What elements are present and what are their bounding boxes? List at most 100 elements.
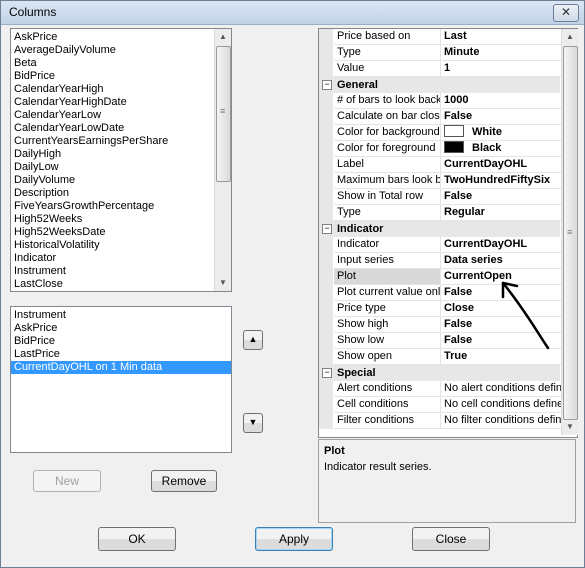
scroll-down-icon[interactable]: ▼ [215, 275, 231, 291]
available-fields-list[interactable]: AskPrice AverageDailyVolume Beta BidPrice Ca… [10, 28, 232, 292]
property-row[interactable]: Show in Total row False [319, 189, 563, 205]
color-swatch [444, 141, 464, 153]
property-row[interactable]: Calculate on bar close False [319, 109, 563, 125]
property-row[interactable]: # of bars to look back 1000 [319, 93, 563, 109]
available-field-item[interactable]: CalendarYearHigh [11, 83, 214, 96]
close-button[interactable]: Close [412, 527, 490, 551]
property-value[interactable]: CurrentDayOHL [441, 237, 563, 253]
property-value[interactable]: White [441, 125, 563, 141]
available-field-item[interactable]: DailyLow [11, 161, 214, 174]
property-name: Color for foreground [334, 141, 441, 157]
new-button[interactable]: New [33, 470, 101, 492]
available-field-item[interactable]: AskPrice [11, 31, 214, 44]
property-value[interactable]: No filter conditions defined [441, 413, 563, 429]
property-value[interactable]: CurrentDayOHL [441, 157, 563, 173]
property-row[interactable]: Type Regular [319, 205, 563, 221]
available-field-item[interactable]: Beta [11, 57, 214, 70]
color-name: White [472, 126, 502, 138]
scroll-thumb[interactable]: ≡ [216, 46, 231, 182]
property-row[interactable]: Alert conditions No alert conditions defi… [319, 381, 563, 397]
property-row[interactable]: Type Minute [319, 45, 563, 61]
property-row[interactable]: Label CurrentDayOHL [319, 157, 563, 173]
selected-columns-list[interactable]: Instrument AskPrice BidPrice LastPrice Curre… [10, 306, 232, 453]
selected-column-item[interactable]: AskPrice [11, 322, 231, 335]
property-name: Plot current value only [334, 285, 441, 301]
property-value[interactable]: No cell conditions defined [441, 397, 563, 413]
property-row[interactable]: Filter conditions No filter conditions de… [319, 413, 563, 429]
property-grid[interactable]: Price based on Last Type Minute Value 1− Gener… [318, 28, 578, 438]
collapse-icon[interactable]: − [322, 224, 332, 234]
ok-button[interactable]: OK [98, 527, 176, 551]
move-down-button[interactable]: ▼ [243, 413, 263, 433]
available-field-item[interactable]: AverageDailyVolume [11, 44, 214, 57]
selected-column-item[interactable]: Instrument [11, 309, 231, 322]
available-field-item[interactable]: CalendarYearHighDate [11, 96, 214, 109]
available-fields-scrollbar[interactable]: ▲ ≡ ▼ [214, 29, 231, 291]
available-field-item[interactable]: DailyVolume [11, 174, 214, 187]
property-value[interactable]: Black [441, 141, 563, 157]
available-field-item[interactable]: CurrentYearsEarningsPerShare [11, 135, 214, 148]
row-margin [319, 317, 333, 333]
property-value[interactable]: Last [441, 29, 563, 45]
scroll-down-icon[interactable]: ▼ [562, 419, 578, 435]
property-row[interactable]: Maximum bars look backTwoHundredFiftySix [319, 173, 563, 189]
property-name: Filter conditions [334, 413, 441, 429]
available-fields-items: AskPrice AverageDailyVolume Beta BidPrice Ca… [11, 31, 214, 291]
available-field-item[interactable]: CalendarYearLowDate [11, 122, 214, 135]
property-value[interactable]: TwoHundredFiftySix [441, 173, 563, 189]
property-name: Calculate on bar close [334, 109, 441, 125]
property-value[interactable]: 1 [441, 61, 563, 77]
property-value[interactable]: Regular [441, 205, 563, 221]
available-field-item[interactable]: High52WeeksDate [11, 226, 214, 239]
color-swatch [444, 125, 464, 137]
available-field-item[interactable]: Indicator [11, 252, 214, 265]
category-special[interactable]: − Special [319, 365, 560, 381]
property-row[interactable]: Indicator CurrentDayOHL [319, 237, 563, 253]
category-label: General [337, 79, 378, 91]
property-value[interactable]: False [441, 189, 563, 205]
available-field-item[interactable]: FiveYearsGrowthPercentage [11, 200, 214, 213]
property-value[interactable]: False [441, 109, 563, 125]
selected-column-item[interactable]: BidPrice [11, 335, 231, 348]
property-grid-scrollbar[interactable]: ▲ ≡ ▼ [561, 29, 578, 435]
property-value[interactable]: Data series [441, 253, 563, 269]
remove-button[interactable]: Remove [151, 470, 217, 492]
category-indicator[interactable]: − Indicator [319, 221, 560, 237]
property-row[interactable]: Cell conditions No cell conditions define… [319, 397, 563, 413]
row-margin [319, 157, 333, 173]
row-margin [319, 141, 333, 157]
scroll-thumb[interactable]: ≡ [563, 46, 578, 420]
property-row[interactable]: Color for background White [319, 125, 563, 141]
available-field-item[interactable]: HistoricalVolatility [11, 239, 214, 252]
scroll-up-icon[interactable]: ▲ [215, 29, 231, 45]
selected-column-item[interactable]: CurrentDayOHL on 1 Min data [11, 361, 231, 374]
collapse-icon[interactable]: − [322, 368, 332, 378]
property-row[interactable]: Color for foreground Black [319, 141, 563, 157]
available-field-item[interactable]: BidPrice [11, 70, 214, 83]
property-row[interactable]: Value 1 [319, 61, 563, 77]
property-name: Plot [334, 269, 441, 285]
available-field-item[interactable]: Instrument [11, 265, 214, 278]
property-value[interactable]: Minute [441, 45, 563, 61]
selected-column-item[interactable]: LastPrice [11, 348, 231, 361]
available-field-item[interactable]: DailyHigh [11, 148, 214, 161]
row-margin [319, 285, 333, 301]
available-field-item[interactable]: CalendarYearLow [11, 109, 214, 122]
available-field-item[interactable]: Description [11, 187, 214, 200]
apply-button[interactable]: Apply [255, 527, 333, 551]
available-field-item[interactable]: LastClose [11, 278, 214, 291]
row-margin [319, 413, 333, 429]
move-up-button[interactable]: ▲ [243, 330, 263, 350]
scroll-up-icon[interactable]: ▲ [562, 29, 578, 45]
collapse-icon[interactable]: − [322, 80, 332, 90]
row-margin [319, 125, 333, 141]
category-general[interactable]: − General [319, 77, 560, 93]
close-window-button[interactable]: ✕ [553, 4, 579, 22]
row-margin [319, 397, 333, 413]
property-value[interactable]: 1000 [441, 93, 563, 109]
property-row[interactable]: Price based on Last [319, 29, 563, 45]
property-row[interactable]: Input series Data series [319, 253, 563, 269]
property-name: Type [334, 205, 441, 221]
available-field-item[interactable]: High52Weeks [11, 213, 214, 226]
property-value[interactable]: No alert conditions defined [441, 381, 563, 397]
